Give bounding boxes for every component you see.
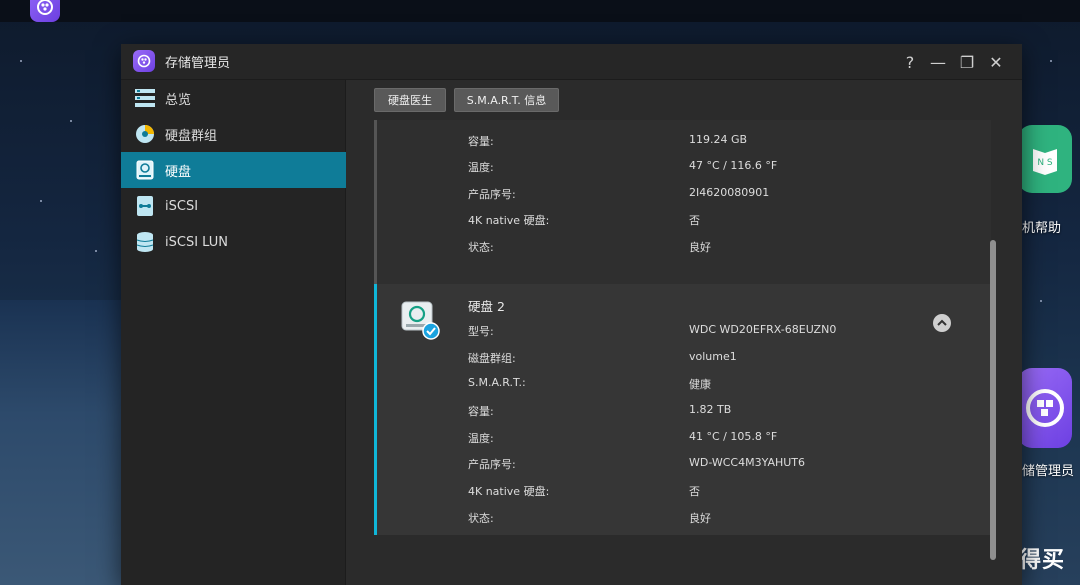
title-bar[interactable]: 存储管理员 ? — ❐ ✕	[121, 44, 1022, 80]
detail-row: 容量: 119.24 GB	[468, 133, 748, 148]
storage-manager-window: 存储管理员 ? — ❐ ✕ 总览 硬盘群组 硬盘 iSCSI iSCSI LUN…	[121, 44, 1022, 585]
smart-info-button[interactable]: S.M.A.R.T. 信息	[454, 88, 559, 112]
storage-app-icon[interactable]	[1018, 368, 1072, 448]
sidebar-item-iscsi-lun[interactable]: iSCSI LUN	[121, 224, 346, 260]
detail-row: 产品序号: WD-WCC4M3YAHUT6	[468, 456, 806, 471]
card-selected-indicator	[374, 284, 377, 535]
window-title: 存储管理员	[165, 56, 231, 71]
sidebar-item-overview[interactable]: 总览	[121, 80, 346, 116]
taskbar	[0, 0, 1080, 22]
disk-card-1: 容量: 119.24 GB 温度: 47 °C / 116.6 °F 产品序号: 2I…	[374, 120, 991, 284]
detail-row: 型号: WDC WD20EFRX-68EUZN0	[468, 323, 837, 338]
sidebar-item-disk-group[interactable]: 硬盘群组	[121, 116, 346, 152]
disk-doctor-button[interactable]: 硬盘医生	[374, 88, 446, 112]
sidebar-item-hard-disk[interactable]: 硬盘	[121, 152, 346, 188]
detail-row: S.M.A.R.T.: 健康	[468, 376, 711, 391]
minimize-button[interactable]: —	[927, 51, 949, 73]
iscsi-icon	[135, 196, 155, 216]
maximize-button[interactable]: ❐	[956, 51, 978, 73]
iscsi-lun-icon	[135, 232, 155, 252]
scrollbar-thumb[interactable]	[990, 240, 996, 560]
storage-manager-taskbar-icon[interactable]	[30, 0, 60, 22]
disk-group-icon	[135, 124, 155, 144]
disk-card-2[interactable]: 硬盘 2 型号: WDC WD20EFRX-68EUZN0 磁盘群组: volume…	[374, 284, 991, 535]
sidebar-item-label: iSCSI	[165, 198, 199, 214]
hard-disk-healthy-icon	[398, 298, 442, 346]
storage-app-label: 储管理员	[1022, 464, 1075, 479]
overview-icon	[135, 88, 155, 108]
help-app-label: 机帮助	[1022, 221, 1062, 236]
detail-row: 产品序号: 2I4620080901	[468, 186, 770, 201]
card-indicator	[374, 120, 377, 284]
detail-row: 状态: 良好	[468, 241, 711, 254]
detail-row: 4K native 硬盘: 否	[468, 485, 700, 498]
app-icon	[133, 50, 155, 72]
detail-row: 磁盘群组: volume1	[468, 350, 737, 365]
sidebar: 总览 硬盘群组 硬盘 iSCSI iSCSI LUN	[121, 80, 346, 585]
sidebar-item-iscsi[interactable]: iSCSI	[121, 188, 346, 224]
desktop-wallpaper	[0, 300, 130, 585]
disk-title: 硬盘 2	[468, 299, 505, 314]
help-app-icon[interactable]: N S	[1018, 125, 1072, 193]
close-button[interactable]: ✕	[985, 51, 1007, 73]
main-panel: 硬盘医生 S.M.A.R.T. 信息 容量: 119.24 GB 温度: 47 °C…	[347, 80, 1022, 585]
hard-disk-icon	[135, 160, 155, 180]
sidebar-item-label: 硬盘群组	[165, 128, 218, 144]
detail-row: 容量: 1.82 TB	[468, 403, 732, 418]
svg-text:N S: N S	[1037, 158, 1053, 168]
detail-row: 温度: 47 °C / 116.6 °F	[468, 159, 778, 174]
detail-row: 温度: 41 °C / 105.8 °F	[468, 430, 778, 445]
sidebar-item-label: 总览	[165, 92, 192, 108]
scrollbar[interactable]	[990, 240, 996, 560]
help-button[interactable]: ?	[899, 51, 921, 73]
sidebar-item-label: 硬盘	[165, 164, 192, 180]
detail-row: 状态: 良好	[468, 512, 711, 525]
sidebar-item-label: iSCSI LUN	[165, 234, 228, 250]
detail-row: 4K native 硬盘: 否	[468, 214, 700, 227]
